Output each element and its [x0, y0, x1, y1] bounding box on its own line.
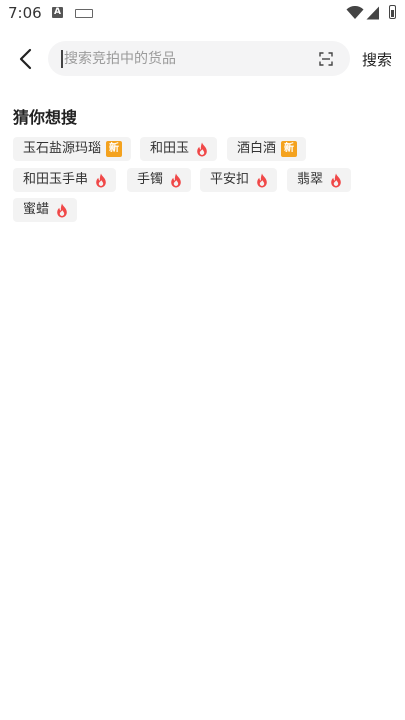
fire-icon [96, 173, 106, 187]
cell-signal-icon [366, 6, 379, 20]
suggestion-tag[interactable]: 和田玉手串 [13, 168, 117, 192]
status-time: 7:06 [8, 4, 42, 22]
search-box[interactable] [48, 41, 350, 76]
section-title-guess-you-want: 猜你想搜 [13, 108, 78, 127]
fire-icon [257, 173, 267, 187]
fire-icon [197, 142, 207, 156]
notification-a-icon: A [52, 7, 63, 18]
fire-icon [171, 173, 181, 187]
suggestion-tag[interactable]: 玉石盐源玛瑙 新 [13, 137, 132, 161]
search-bar: 搜索 [0, 40, 405, 78]
new-badge: 新 [106, 141, 123, 157]
suggestion-tag[interactable]: 手镯 [127, 168, 192, 192]
text-cursor [61, 50, 63, 68]
scan-icon[interactable] [319, 52, 333, 66]
new-badge: 新 [281, 141, 298, 157]
suggestion-tag[interactable]: 蜜蜡 [13, 198, 78, 222]
battery-icon [389, 5, 396, 19]
search-button[interactable]: 搜索 [362, 49, 392, 70]
fire-icon [57, 203, 67, 217]
back-arrow-icon [19, 48, 32, 70]
back-button[interactable] [12, 44, 40, 74]
suggestion-tag[interactable]: 翡翠 [287, 168, 352, 192]
fire-icon [331, 173, 341, 187]
search-input[interactable] [64, 41, 304, 76]
suggestion-tag[interactable]: 酒白酒 新 [227, 137, 307, 161]
status-bar: 7:06 A [0, 0, 405, 28]
wifi-icon [346, 6, 364, 19]
keyboard-notification-icon [75, 9, 93, 18]
suggestion-tag[interactable]: 和田玉 [140, 137, 218, 161]
suggestion-tag[interactable]: 平安扣 [200, 168, 278, 192]
